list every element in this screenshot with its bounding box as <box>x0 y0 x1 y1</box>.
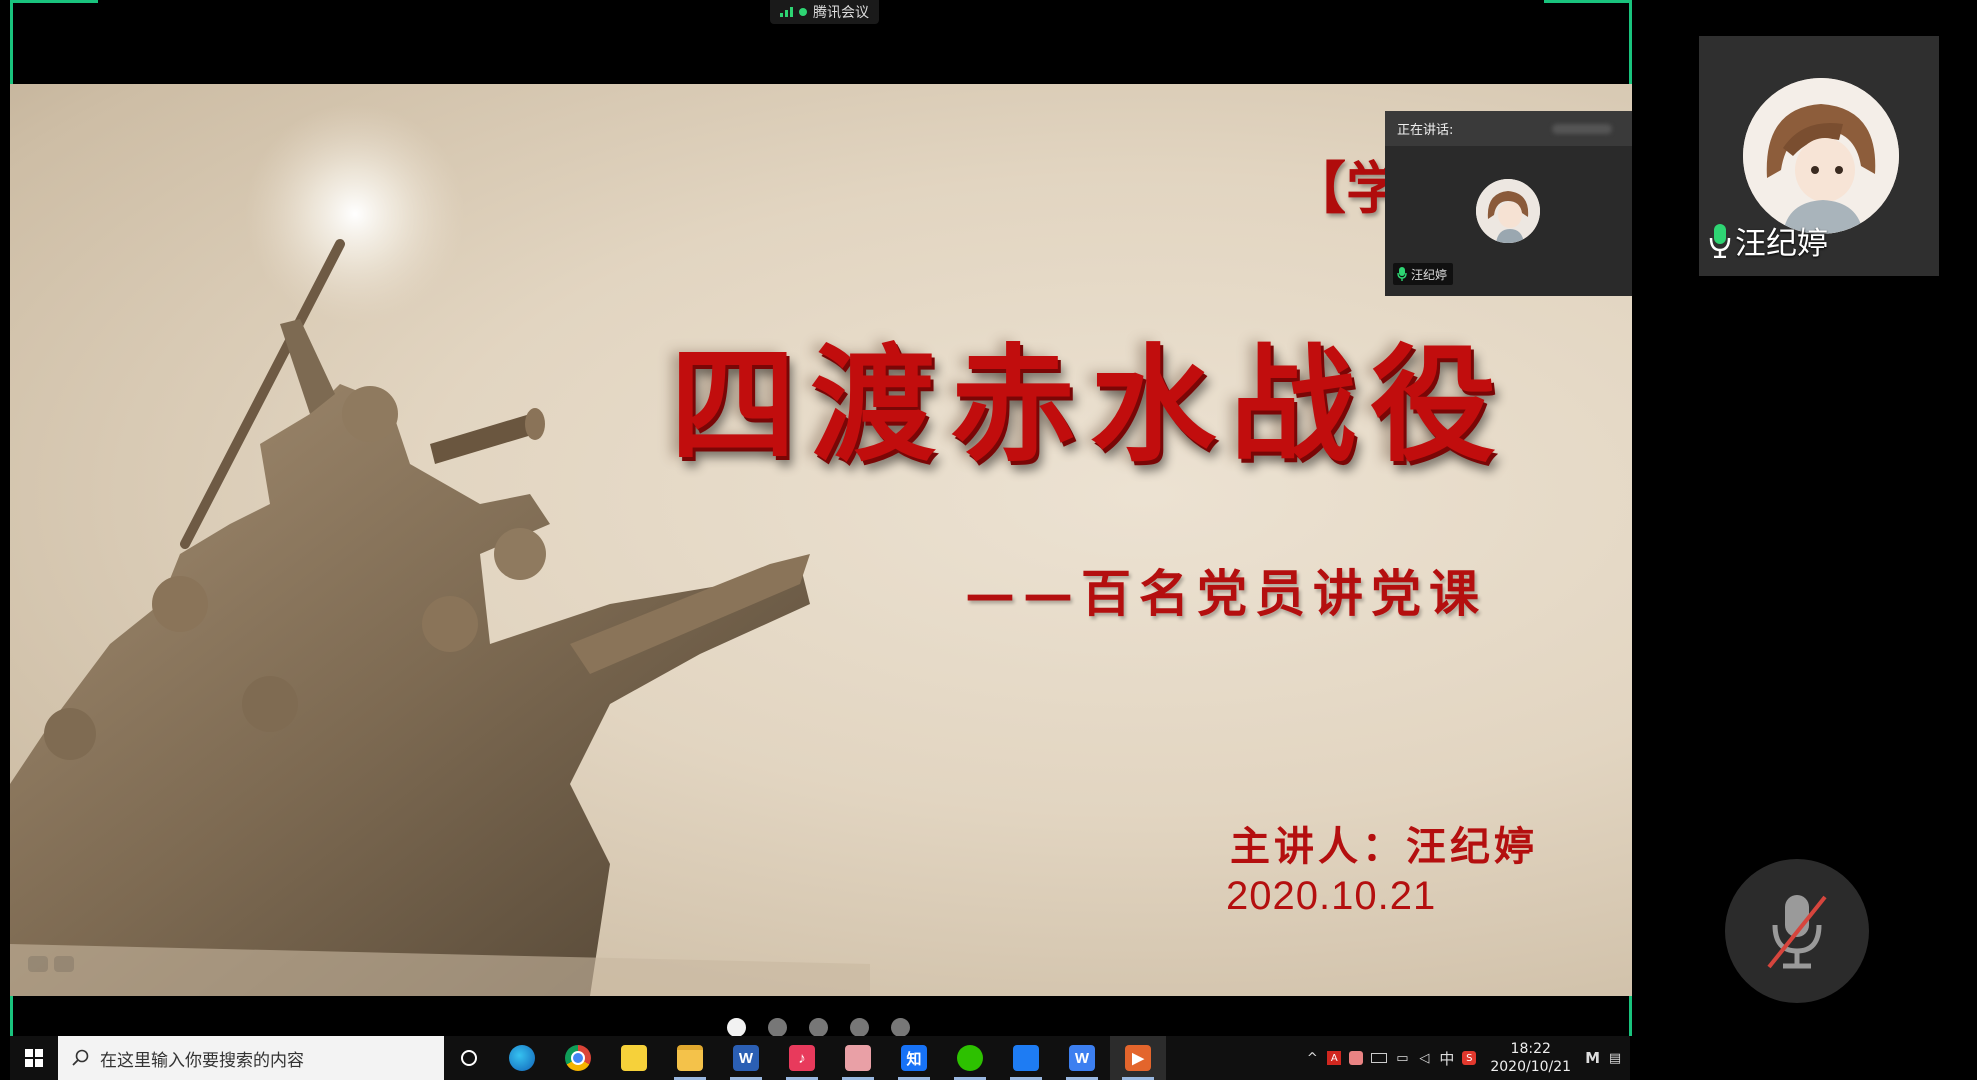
wps-presentation-icon: ▶ <box>1125 1045 1151 1071</box>
microphone-icon <box>1709 223 1731 258</box>
taskbar-app-file-explorer[interactable] <box>662 1036 718 1080</box>
microphone-icon <box>1397 267 1407 281</box>
slide-presenter: 主讲人：汪纪婷 <box>1230 823 1538 870</box>
edge-icon <box>509 1045 535 1071</box>
microphone-muted-icon <box>1767 895 1827 969</box>
network-signal-icon <box>780 7 793 17</box>
taskbar-app-wechat[interactable] <box>942 1036 998 1080</box>
taskbar-app-paint[interactable] <box>830 1036 886 1080</box>
notification-icon[interactable]: ▤ <box>1608 1051 1622 1066</box>
taskbar-app-wps-writer[interactable]: W <box>1054 1036 1110 1080</box>
search-icon <box>72 1049 89 1066</box>
clock-date: 2020/10/21 <box>1490 1059 1572 1075</box>
page-dot[interactable] <box>727 1018 746 1037</box>
ime-indicator[interactable]: 中 <box>1439 1048 1454 1069</box>
sticky-notes-icon <box>621 1045 647 1071</box>
windows-logo-icon <box>25 1049 43 1067</box>
speaker-header: 正在讲话: <box>1385 111 1632 146</box>
security-status-icon <box>799 8 807 16</box>
share-border-corner <box>1629 0 1632 88</box>
start-button[interactable] <box>10 1036 58 1080</box>
taskbar-app-music[interactable]: ♪ <box>774 1036 830 1080</box>
clock-time: 18:22 <box>1510 1041 1551 1057</box>
speaker-name: 汪纪婷 <box>1411 267 1448 282</box>
participant-video-tile[interactable]: 汪纪婷 <box>1699 36 1939 276</box>
taskbar-app-chrome[interactable] <box>550 1036 606 1080</box>
active-speaker-panel[interactable]: 正在讲话: 汪纪婷 <box>1385 111 1632 296</box>
participant-avatar <box>1743 78 1899 234</box>
taskbar-app-sticky-notes[interactable] <box>606 1036 662 1080</box>
network-icon[interactable]: ▭ <box>1395 1051 1409 1066</box>
slide-control-icon[interactable] <box>54 956 74 972</box>
blurred-text <box>1552 123 1612 134</box>
share-border-corner <box>1544 0 1632 3</box>
ime-mode-icon[interactable]: M <box>1585 1049 1600 1067</box>
participant-name: 汪纪婷 <box>1735 226 1828 262</box>
speaker-avatar <box>1476 179 1540 243</box>
music-icon: ♪ <box>789 1045 815 1071</box>
windows-taskbar: 在这里输入你要搜索的内容 W ♪ 知 W ▶ ^ A ▭ ◁ 中 S 18:22… <box>10 1036 1630 1080</box>
soldiers-statue-image <box>10 104 870 996</box>
clock[interactable]: 18:22 2020/10/21 <box>1484 1040 1577 1076</box>
acrobat-icon[interactable]: A <box>1327 1051 1342 1065</box>
word-icon: W <box>733 1045 759 1071</box>
folder-icon <box>677 1045 703 1071</box>
taskbar-app-zhihu[interactable]: 知 <box>886 1036 942 1080</box>
taskbar-app-wps-presentation[interactable]: ▶ <box>1110 1036 1166 1080</box>
slide-title: 四渡赤水战役 <box>670 331 1510 479</box>
taskbar-app-edge[interactable] <box>494 1036 550 1080</box>
taskbar-app-word[interactable]: W <box>718 1036 774 1080</box>
share-border-corner <box>10 0 13 88</box>
share-border-corner <box>10 992 13 1036</box>
share-border-corner <box>10 0 98 3</box>
system-tray: ^ A ▭ ◁ 中 S 18:22 2020/10/21 M ▤ <box>1305 1040 1630 1076</box>
zhihu-icon: 知 <box>901 1045 927 1071</box>
share-border-corner <box>1629 992 1632 1036</box>
chrome-icon <box>565 1045 591 1071</box>
chevron-up-icon[interactable]: ^ <box>1305 1051 1319 1066</box>
meeting-app-name: 腾讯会议 <box>813 5 869 21</box>
page-dot[interactable] <box>850 1018 869 1037</box>
participant-name-label: 汪纪婷 <box>1709 218 1828 263</box>
taskbar-app-tencent-meeting[interactable] <box>998 1036 1054 1080</box>
cortana-icon <box>461 1050 477 1066</box>
page-dot[interactable] <box>891 1018 910 1037</box>
paint-tray-icon[interactable] <box>1349 1051 1364 1065</box>
unmute-button[interactable] <box>1725 859 1869 1003</box>
page-dot[interactable] <box>809 1018 828 1037</box>
tencent-meeting-icon <box>1013 1045 1039 1071</box>
volume-icon[interactable]: ◁ <box>1417 1051 1431 1066</box>
sogou-input-icon[interactable]: S <box>1462 1051 1477 1065</box>
slide-date: 2020.10.21 <box>1226 874 1437 918</box>
page-dot[interactable] <box>768 1018 787 1037</box>
search-placeholder: 在这里输入你要搜索的内容 <box>100 1050 304 1071</box>
taskbar-search-box[interactable]: 在这里输入你要搜索的内容 <box>58 1036 444 1080</box>
speaker-header-label: 正在讲话: <box>1397 123 1454 138</box>
slide-subtitle: ——百名党员讲党课 <box>965 564 1487 623</box>
slide-controls[interactable] <box>28 956 74 972</box>
wechat-icon <box>957 1045 983 1071</box>
wps-writer-icon: W <box>1069 1045 1095 1071</box>
paint-icon <box>845 1045 871 1071</box>
cortana-button[interactable] <box>444 1036 494 1080</box>
slide-control-icon[interactable] <box>28 956 48 972</box>
speaker-name-tag: 汪纪婷 <box>1393 263 1454 285</box>
meeting-title-bar[interactable]: 腾讯会议 <box>770 0 879 24</box>
page-indicator <box>727 1018 910 1037</box>
battery-icon[interactable] <box>1371 1053 1388 1063</box>
